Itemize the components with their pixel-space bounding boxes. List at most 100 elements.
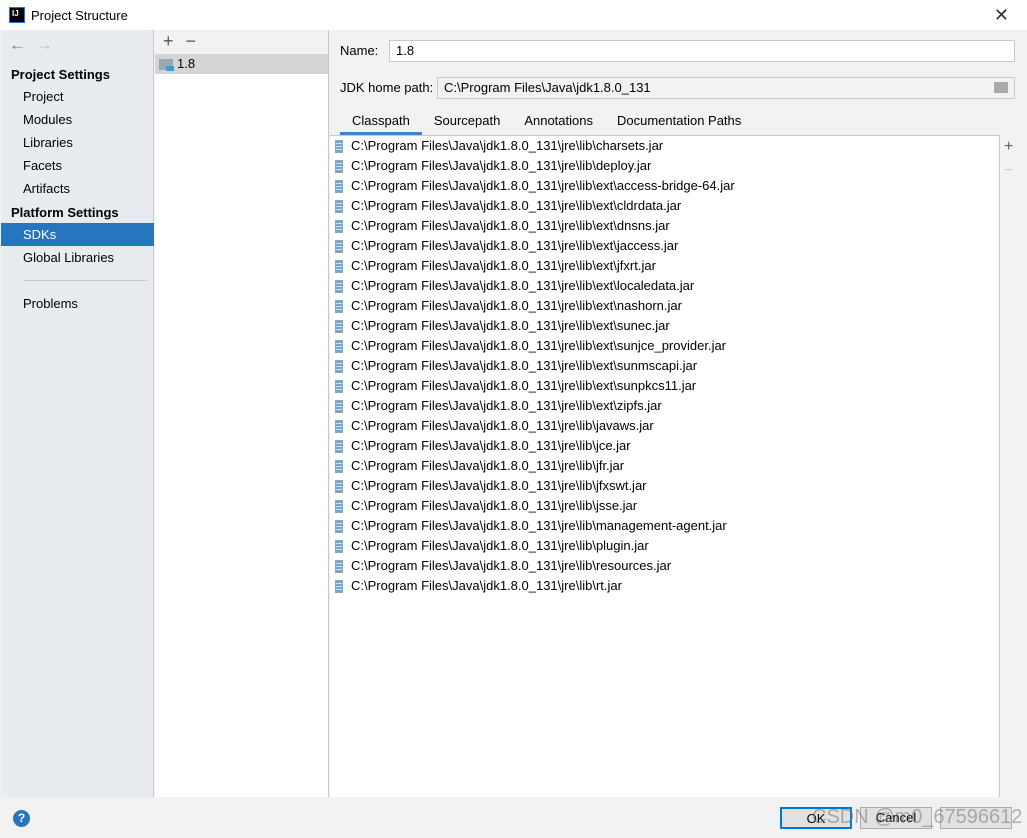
- classpath-path: C:\Program Files\Java\jdk1.8.0_131\jre\l…: [351, 518, 727, 533]
- classpath-row[interactable]: C:\Program Files\Java\jdk1.8.0_131\jre\l…: [330, 316, 999, 336]
- forward-arrow-icon[interactable]: →: [36, 35, 53, 54]
- add-path-icon[interactable]: +: [1004, 138, 1013, 156]
- jar-icon: [335, 219, 343, 233]
- jar-icon: [335, 439, 343, 453]
- classpath-row[interactable]: C:\Program Files\Java\jdk1.8.0_131\jre\l…: [330, 416, 999, 436]
- classpath-path: C:\Program Files\Java\jdk1.8.0_131\jre\l…: [351, 318, 670, 333]
- sidebar-item-artifacts[interactable]: Artifacts: [1, 177, 154, 200]
- classpath-path: C:\Program Files\Java\jdk1.8.0_131\jre\l…: [351, 278, 695, 293]
- sidebar-item-sdks[interactable]: SDKs: [1, 223, 154, 246]
- jar-icon: [335, 459, 343, 473]
- back-arrow-icon[interactable]: ←: [9, 35, 26, 54]
- classpath-row[interactable]: C:\Program Files\Java\jdk1.8.0_131\jre\l…: [330, 356, 999, 376]
- classpath-row[interactable]: C:\Program Files\Java\jdk1.8.0_131\jre\l…: [330, 176, 999, 196]
- remove-path-icon[interactable]: −: [1004, 162, 1013, 180]
- jar-icon: [335, 379, 343, 393]
- classpath-row[interactable]: C:\Program Files\Java\jdk1.8.0_131\jre\l…: [330, 496, 999, 516]
- sidebar-item-project[interactable]: Project: [1, 85, 154, 108]
- classpath-row[interactable]: C:\Program Files\Java\jdk1.8.0_131\jre\l…: [330, 376, 999, 396]
- sdk-list-panel: + − 1.8: [155, 30, 329, 797]
- jdk-folder-icon: [159, 58, 174, 71]
- classpath-row[interactable]: C:\Program Files\Java\jdk1.8.0_131\jre\l…: [330, 516, 999, 536]
- remove-icon[interactable]: −: [186, 31, 197, 51]
- title-bar: IJ Project Structure ✕: [0, 0, 1027, 30]
- classpath-path: C:\Program Files\Java\jdk1.8.0_131\jre\l…: [351, 578, 622, 593]
- classpath-path: C:\Program Files\Java\jdk1.8.0_131\jre\l…: [351, 558, 672, 573]
- classpath-path: C:\Program Files\Java\jdk1.8.0_131\jre\l…: [351, 438, 631, 453]
- jar-icon: [335, 279, 343, 293]
- sidebar-item-modules[interactable]: Modules: [1, 108, 154, 131]
- name-input[interactable]: 1.8: [389, 40, 1015, 62]
- browse-folder-icon[interactable]: [994, 82, 1008, 93]
- window-title: Project Structure: [31, 7, 128, 23]
- classpath-row[interactable]: C:\Program Files\Java\jdk1.8.0_131\jre\l…: [330, 196, 999, 216]
- classpath-path: C:\Program Files\Java\jdk1.8.0_131\jre\l…: [351, 198, 682, 213]
- classpath-row[interactable]: C:\Program Files\Java\jdk1.8.0_131\jre\l…: [330, 296, 999, 316]
- sidebar-item-facets[interactable]: Facets: [1, 154, 154, 177]
- jar-icon: [335, 239, 343, 253]
- jar-icon: [335, 559, 343, 573]
- classpath-row[interactable]: C:\Program Files\Java\jdk1.8.0_131\jre\l…: [330, 236, 999, 256]
- classpath-path: C:\Program Files\Java\jdk1.8.0_131\jre\l…: [351, 298, 682, 313]
- classpath-row[interactable]: C:\Program Files\Java\jdk1.8.0_131\jre\l…: [330, 556, 999, 576]
- sidebar-item-libraries[interactable]: Libraries: [1, 131, 154, 154]
- jar-icon: [335, 499, 343, 513]
- tab-classpath[interactable]: Classpath: [340, 110, 422, 135]
- help-button[interactable]: ?: [13, 810, 30, 827]
- jdk-home-input[interactable]: C:\Program Files\Java\jdk1.8.0_131: [437, 77, 1015, 99]
- sdk-item[interactable]: 1.8: [155, 54, 328, 74]
- classpath-path: C:\Program Files\Java\jdk1.8.0_131\jre\l…: [351, 158, 652, 173]
- classpath-row[interactable]: C:\Program Files\Java\jdk1.8.0_131\jre\l…: [330, 456, 999, 476]
- classpath-path: C:\Program Files\Java\jdk1.8.0_131\jre\l…: [351, 258, 656, 273]
- classpath-path: C:\Program Files\Java\jdk1.8.0_131\jre\l…: [351, 238, 679, 253]
- classpath-row[interactable]: C:\Program Files\Java\jdk1.8.0_131\jre\l…: [330, 396, 999, 416]
- sidebar-item-problems[interactable]: Problems: [1, 292, 154, 315]
- classpath-row[interactable]: C:\Program Files\Java\jdk1.8.0_131\jre\l…: [330, 276, 999, 296]
- classpath-path: C:\Program Files\Java\jdk1.8.0_131\jre\l…: [351, 498, 638, 513]
- tab-annotations[interactable]: Annotations: [512, 110, 605, 135]
- watermark: CSDN @m0_67596612: [812, 806, 1023, 828]
- classpath-path: C:\Program Files\Java\jdk1.8.0_131\jre\l…: [351, 418, 654, 433]
- classpath-row[interactable]: C:\Program Files\Java\jdk1.8.0_131\jre\l…: [330, 216, 999, 236]
- classpath-row[interactable]: C:\Program Files\Java\jdk1.8.0_131\jre\l…: [330, 336, 999, 356]
- classpath-path: C:\Program Files\Java\jdk1.8.0_131\jre\l…: [351, 138, 664, 153]
- jar-icon: [335, 479, 343, 493]
- jar-icon: [335, 319, 343, 333]
- classpath-path: C:\Program Files\Java\jdk1.8.0_131\jre\l…: [351, 358, 698, 373]
- tab-sourcepath[interactable]: Sourcepath: [422, 110, 513, 135]
- classpath-path: C:\Program Files\Java\jdk1.8.0_131\jre\l…: [351, 378, 697, 393]
- classpath-path: C:\Program Files\Java\jdk1.8.0_131\jre\l…: [351, 458, 625, 473]
- section-platform-settings: Platform Settings: [11, 205, 119, 220]
- jar-icon: [335, 579, 343, 593]
- tab-documentation-paths[interactable]: Documentation Paths: [605, 110, 753, 135]
- classpath-row[interactable]: C:\Program Files\Java\jdk1.8.0_131\jre\l…: [330, 576, 999, 596]
- jar-icon: [335, 199, 343, 213]
- classpath-row[interactable]: C:\Program Files\Java\jdk1.8.0_131\jre\l…: [330, 136, 999, 156]
- jar-icon: [335, 259, 343, 273]
- classpath-row[interactable]: C:\Program Files\Java\jdk1.8.0_131\jre\l…: [330, 156, 999, 176]
- divider: [23, 280, 147, 281]
- name-label: Name:: [340, 43, 379, 58]
- jar-icon: [335, 299, 343, 313]
- add-icon[interactable]: +: [163, 31, 174, 51]
- jar-icon: [335, 359, 343, 373]
- intellij-logo-icon: IJ: [9, 7, 25, 23]
- classpath-row[interactable]: C:\Program Files\Java\jdk1.8.0_131\jre\l…: [330, 476, 999, 496]
- classpath-row[interactable]: C:\Program Files\Java\jdk1.8.0_131\jre\l…: [330, 436, 999, 456]
- close-icon[interactable]: ✕: [994, 5, 1009, 26]
- classpath-path: C:\Program Files\Java\jdk1.8.0_131\jre\l…: [351, 478, 647, 493]
- classpath-path: C:\Program Files\Java\jdk1.8.0_131\jre\l…: [351, 178, 735, 193]
- classpath-path: C:\Program Files\Java\jdk1.8.0_131\jre\l…: [351, 218, 670, 233]
- sidebar: ← → Project Settings Project Modules Libr…: [1, 30, 154, 797]
- jar-icon: [335, 159, 343, 173]
- sdk-details: Name: 1.8 JDK home path: C:\Program File…: [330, 30, 1027, 797]
- sdk-item-label: 1.8: [177, 56, 196, 71]
- classpath-row[interactable]: C:\Program Files\Java\jdk1.8.0_131\jre\l…: [330, 256, 999, 276]
- jar-icon: [335, 139, 343, 153]
- jdk-home-label: JDK home path:: [340, 80, 434, 95]
- section-project-settings: Project Settings: [11, 67, 110, 82]
- classpath-row[interactable]: C:\Program Files\Java\jdk1.8.0_131\jre\l…: [330, 536, 999, 556]
- classpath-path: C:\Program Files\Java\jdk1.8.0_131\jre\l…: [351, 538, 649, 553]
- classpath-list[interactable]: C:\Program Files\Java\jdk1.8.0_131\jre\l…: [330, 135, 1000, 797]
- sidebar-item-global-libraries[interactable]: Global Libraries: [1, 246, 154, 269]
